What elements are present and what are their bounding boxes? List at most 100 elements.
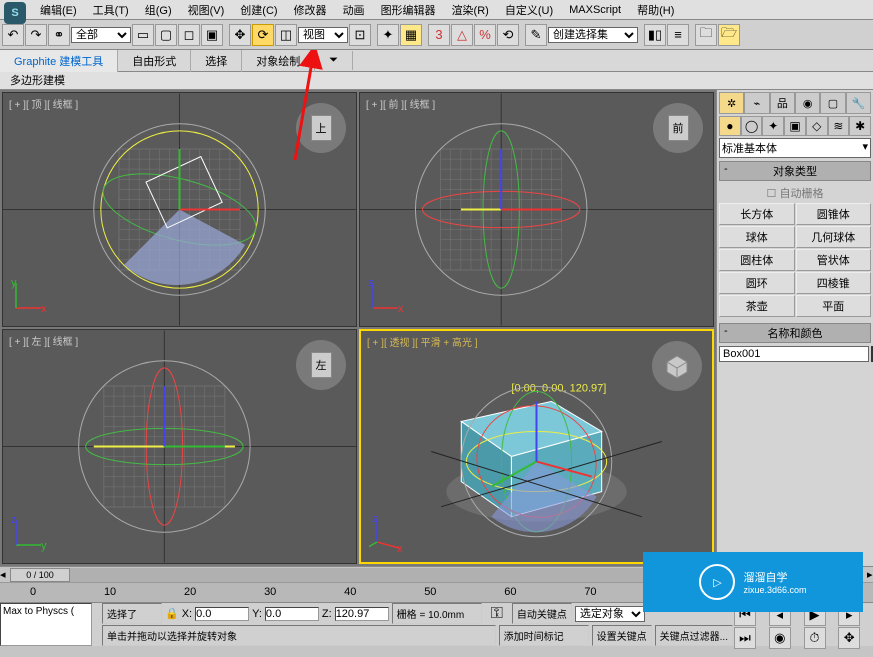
utilities-tab-icon[interactable]: 🔧 (846, 92, 871, 114)
select-move-icon[interactable]: ✥ (229, 24, 251, 46)
angle-snap-icon[interactable]: △ (451, 24, 473, 46)
app-icon[interactable]: S (4, 2, 26, 24)
menu-edit[interactable]: 编辑(E) (32, 0, 85, 20)
menu-help[interactable]: 帮助(H) (629, 0, 682, 20)
menu-group[interactable]: 组(G) (137, 0, 180, 20)
autokey-button[interactable]: 自动关键点 (512, 603, 572, 624)
viewport-top-label[interactable]: [ + ][ 顶 ][ 线框 ] (9, 96, 78, 111)
create-tab-icon[interactable]: ✲ (719, 92, 744, 114)
rollout-name-color[interactable]: 名称和颜色 (719, 323, 871, 343)
spacewarps-icon[interactable]: ≋ (828, 116, 850, 136)
select-object-icon[interactable]: ▭ (132, 24, 154, 46)
layers-icon[interactable]: 🗀 (695, 24, 717, 46)
goto-end-icon[interactable]: ⏭ (734, 627, 756, 649)
percent-snap-icon[interactable]: % (474, 24, 496, 46)
spinner-snap-icon[interactable]: ⟲ (497, 24, 519, 46)
cameras-icon[interactable]: ▣ (784, 116, 806, 136)
select-name-icon[interactable]: ▢ (155, 24, 177, 46)
helpers-icon[interactable]: ◇ (806, 116, 828, 136)
coord-z-field[interactable] (335, 607, 389, 621)
menu-animation[interactable]: 动画 (335, 0, 373, 20)
geometry-icon[interactable]: ● (719, 116, 741, 136)
primitive-buttons: 长方体 圆锥体 球体 几何球体 圆柱体 管状体 圆环 四棱锥 茶壶 平面 (719, 203, 871, 317)
viewport-perspective[interactable]: [ + ][ 透视 ][ 平滑 + 高光 ] [0.00, 0.00, 120.… (359, 329, 714, 564)
undo-icon[interactable]: ↶ (2, 24, 24, 46)
motion-tab-icon[interactable]: ◉ (795, 92, 820, 114)
btn-plane[interactable]: 平面 (796, 295, 872, 317)
add-time-tag[interactable]: 添加时间标记 (499, 625, 589, 646)
nav-pan-icon[interactable]: ✥ (838, 627, 860, 649)
viewport-persp-label[interactable]: [ + ][ 透视 ][ 平滑 + 高光 ] (367, 334, 478, 349)
tab-freeform[interactable]: 自由形式 (118, 50, 191, 72)
key-mode-icon[interactable]: ◉ (769, 627, 791, 649)
menu-tools[interactable]: 工具(T) (85, 0, 137, 20)
lock-icon[interactable]: 🔒 (165, 607, 179, 620)
key-icon[interactable]: ⚿ (485, 605, 509, 623)
script-listener[interactable]: Max to Physcs ( (0, 603, 92, 646)
menu-graph-editors[interactable]: 图形编辑器 (373, 0, 444, 20)
btn-cylinder[interactable]: 圆柱体 (719, 249, 795, 271)
select-rotate-icon[interactable]: ⟳ (252, 24, 274, 46)
rollout-object-type[interactable]: 对象类型 (719, 161, 871, 181)
coord-x-field[interactable] (195, 607, 249, 621)
coord-y-field[interactable] (265, 607, 319, 621)
autogrid-checkbox[interactable]: ☐ 自动栅格 (719, 183, 871, 203)
edit-selset-icon[interactable]: ✎ (525, 24, 547, 46)
btn-cone[interactable]: 圆锥体 (796, 203, 872, 225)
btn-tube[interactable]: 管状体 (796, 249, 872, 271)
align-icon[interactable]: ≡ (667, 24, 689, 46)
setkey-button[interactable]: 设置关键点 (592, 625, 652, 646)
tab-selection[interactable]: 选择 (191, 50, 242, 72)
link-icon[interactable]: ⚭ (48, 24, 70, 46)
btn-teapot[interactable]: 茶壶 (719, 295, 795, 317)
viewport-front-label[interactable]: [ + ][ 前 ][ 线框 ] (366, 96, 435, 111)
display-tab-icon[interactable]: ▢ (820, 92, 845, 114)
lights-icon[interactable]: ✦ (762, 116, 784, 136)
time-config-icon[interactable]: ⏱ (804, 627, 826, 649)
main-toolbar: ↶ ↷ ⚭ 全部 ▭ ▢ ◻ ▣ ✥ ⟳ ◫ 视图 ⊡ ✦ ▦ 3 △ % ⟲ … (0, 20, 873, 50)
keyboard-shortcut-icon[interactable]: ▦ (400, 24, 422, 46)
redo-icon[interactable]: ↷ (25, 24, 47, 46)
shapes-icon[interactable]: ◯ (741, 116, 763, 136)
menu-modifiers[interactable]: 修改器 (286, 0, 335, 20)
time-slider-thumb[interactable]: 0 / 100 (10, 568, 70, 582)
annotation-arrow (265, 50, 325, 170)
command-panel: ✲ ⌁ 品 ◉ ▢ 🔧 ● ◯ ✦ ▣ ◇ ≋ ✱ 标准基本体▾ 对象类型 ☐ … (716, 90, 873, 566)
object-name-field[interactable] (719, 346, 869, 362)
viewport-front[interactable]: [ + ][ 前 ][ 线框 ] 前 xz (359, 92, 714, 327)
btn-box[interactable]: 长方体 (719, 203, 795, 225)
manipulate-icon[interactable]: ✦ (377, 24, 399, 46)
pivot-icon[interactable]: ⊡ (349, 24, 371, 46)
window-crossing-icon[interactable]: ▣ (201, 24, 223, 46)
key-target-dropdown[interactable]: 选定对象 (575, 606, 645, 622)
mirror-icon[interactable]: ▮▯ (644, 24, 666, 46)
btn-pyramid[interactable]: 四棱锥 (796, 272, 872, 294)
menu-maxscript[interactable]: MAXScript (561, 2, 629, 18)
prompt-line: 单击并拖动以选择并旋转对象 (102, 625, 496, 646)
ref-coord-dropdown[interactable]: 视图 (298, 27, 348, 43)
key-filters-button[interactable]: 关键点过滤器... (655, 625, 733, 646)
menu-create[interactable]: 创建(C) (232, 0, 285, 20)
viewcube-persp[interactable] (652, 341, 702, 391)
hierarchy-tab-icon[interactable]: 品 (770, 92, 795, 114)
systems-icon[interactable]: ✱ (849, 116, 871, 136)
category-dropdown[interactable]: 标准基本体▾ (719, 138, 871, 158)
modify-tab-icon[interactable]: ⌁ (744, 92, 769, 114)
menu-customize[interactable]: 自定义(U) (497, 0, 561, 20)
curve-editor-icon[interactable]: 🗁 (718, 24, 740, 46)
snap-3-icon[interactable]: 3 (428, 24, 450, 46)
named-selset-dropdown[interactable]: 创建选择集 (548, 27, 638, 43)
tab-graphite[interactable]: Graphite 建模工具 (0, 50, 118, 72)
btn-geosphere[interactable]: 几何球体 (796, 226, 872, 248)
selection-filter-dropdown[interactable]: 全部 (71, 27, 131, 43)
btn-torus[interactable]: 圆环 (719, 272, 795, 294)
rect-select-icon[interactable]: ◻ (178, 24, 200, 46)
btn-sphere[interactable]: 球体 (719, 226, 795, 248)
viewcube-left[interactable]: 左 (296, 340, 346, 390)
menu-view[interactable]: 视图(V) (180, 0, 233, 20)
menu-render[interactable]: 渲染(R) (444, 0, 497, 20)
viewcube-front[interactable]: 前 (653, 103, 703, 153)
select-scale-icon[interactable]: ◫ (275, 24, 297, 46)
viewport-left[interactable]: [ + ][ 左 ][ 线框 ] 左 yz (2, 329, 357, 564)
viewport-left-label[interactable]: [ + ][ 左 ][ 线框 ] (9, 333, 78, 348)
